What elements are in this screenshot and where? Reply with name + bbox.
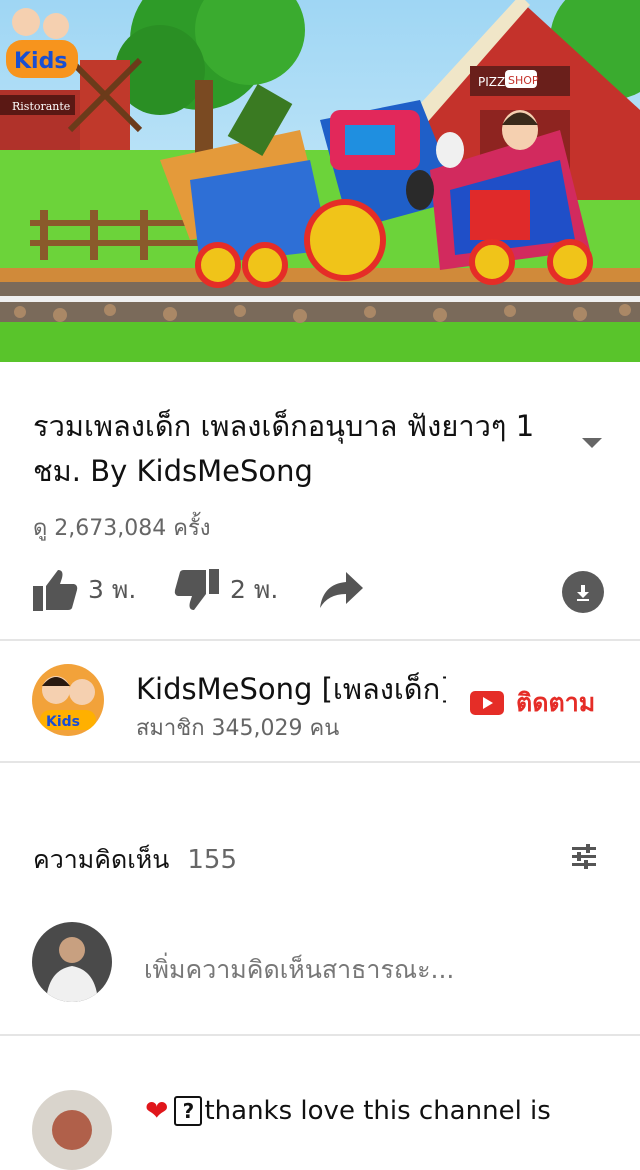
view-count: ดู 2,673,084 ครั้ง: [33, 516, 211, 541]
channel-name[interactable]: KidsMeSong [เพลงเด็ก]: [136, 666, 446, 712]
comments-count: 155: [187, 845, 237, 875]
divider: [0, 1034, 640, 1036]
like-count: 3 พ.: [88, 575, 137, 604]
subscribe-label: ติดตาม: [516, 688, 596, 717]
sort-comments-icon[interactable]: [570, 844, 598, 870]
add-comment-input[interactable]: เพิ่มความคิดเห็นสาธารณะ...: [144, 950, 454, 990]
share-icon: [320, 572, 363, 608]
kids-logo: Kids: [14, 49, 67, 74]
commenter-avatar[interactable]: [32, 1090, 112, 1170]
ristorante-sign: Ristorante: [12, 100, 70, 113]
user-avatar: [32, 922, 112, 1002]
thumbs-down-icon: [174, 569, 219, 610]
download-icon: [577, 585, 589, 601]
video-player[interactable]: PIZZA SHOP Ristorante Kids: [0, 0, 640, 362]
channel-avatar[interactable]: Kids: [32, 664, 104, 736]
comments-header: ความคิดเห็น 155: [33, 840, 237, 880]
shop-sign: SHOP: [508, 74, 539, 87]
divider: [0, 761, 640, 763]
comments-title: ความคิดเห็น: [33, 845, 170, 874]
unknown-glyph-icon: ?: [174, 1095, 203, 1126]
like-button[interactable]: 3 พ.: [32, 568, 136, 612]
thumbs-up-icon: [33, 570, 78, 611]
avatar-logo-text: Kids: [46, 714, 80, 730]
divider: [0, 639, 640, 641]
heart-icon: ❤: [145, 1094, 169, 1127]
comment-text: ❤ ? thanks love this channel is: [145, 1094, 551, 1127]
share-button[interactable]: [318, 570, 364, 610]
dislike-count: 2 พ.: [230, 575, 279, 604]
comment-body: thanks love this channel is: [204, 1095, 551, 1126]
download-button[interactable]: [562, 571, 604, 613]
chevron-down-icon[interactable]: [578, 432, 606, 452]
dislike-button[interactable]: 2 พ.: [174, 568, 278, 612]
subscriber-count: สมาชิก 345,029 คน: [136, 716, 340, 741]
youtube-icon: [470, 691, 504, 715]
subscribe-button[interactable]: ติดตาม: [470, 683, 595, 723]
video-title: รวมเพลงเด็ก เพลงเด็กอนุบาล ฟังยาวๆ 1 ชม.…: [33, 409, 535, 488]
